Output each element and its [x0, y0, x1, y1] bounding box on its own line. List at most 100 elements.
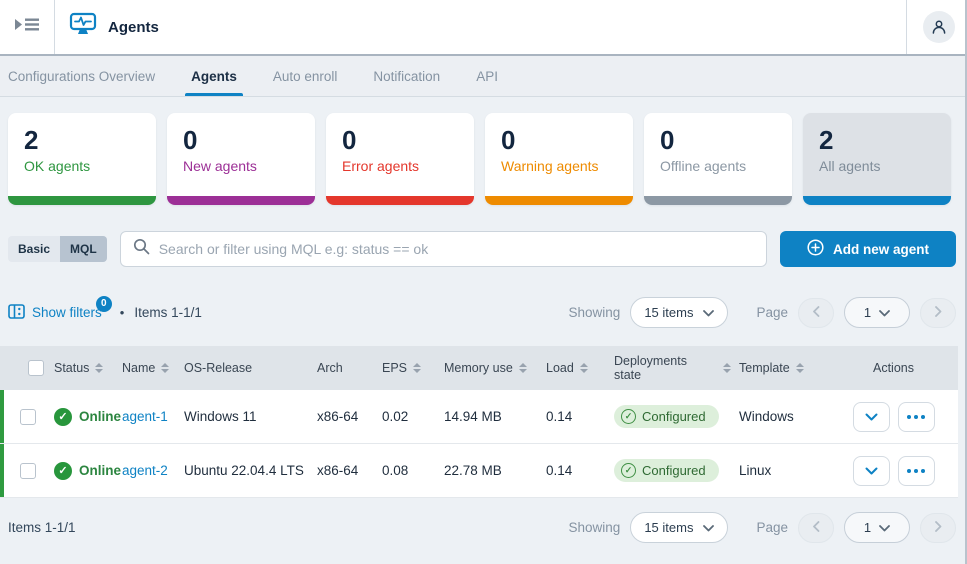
load-value: 0.14	[538, 409, 606, 424]
load-value: 0.14	[538, 463, 606, 478]
column-header-name[interactable]: Name	[114, 361, 176, 375]
column-header-eps[interactable]: EPS	[374, 361, 436, 375]
next-page-button-top[interactable]	[920, 298, 956, 328]
tab-configurations-overview[interactable]: Configurations Overview	[8, 56, 155, 96]
all-agents-count: 2	[803, 113, 951, 155]
bullet-separator: •	[120, 305, 125, 320]
search-row: Basic MQL Add new agent	[0, 205, 965, 267]
agent-name-link[interactable]: agent-1	[122, 409, 168, 424]
chevron-down-icon	[703, 520, 714, 535]
expand-row-button[interactable]	[853, 456, 890, 486]
chevron-left-icon	[813, 304, 820, 322]
page-size-select-bottom[interactable]: 15 items	[630, 512, 728, 543]
new-agents-bar	[167, 196, 315, 205]
all-agents-bar	[803, 196, 951, 205]
page-number-value-bottom: 1	[864, 520, 871, 535]
table-header-row: Status Name OS-Release Arch EPS Memory u…	[0, 346, 958, 390]
user-avatar[interactable]	[923, 11, 955, 43]
row-actions-menu-button[interactable]	[898, 402, 935, 432]
items-range-label-bottom: Items 1-1/1	[8, 520, 76, 535]
sidebar-expand-icon	[15, 16, 39, 38]
page-number-value-top: 1	[864, 305, 871, 320]
chevron-down-icon	[865, 409, 878, 424]
column-header-load[interactable]: Load	[538, 361, 606, 375]
sidebar-toggle-button[interactable]	[0, 0, 55, 54]
page-number-select-bottom[interactable]: 1	[844, 512, 910, 543]
offline-agents-label: Offline agents	[644, 155, 792, 174]
column-header-deployments-state[interactable]: Deployments state	[606, 354, 731, 382]
tab-auto-enroll[interactable]: Auto enroll	[273, 56, 338, 96]
arch-value: x86-64	[309, 463, 374, 478]
chevron-down-icon	[879, 520, 890, 535]
tab-api[interactable]: API	[476, 56, 498, 96]
add-new-agent-button[interactable]: Add new agent	[780, 231, 956, 267]
mode-basic-button[interactable]: Basic	[8, 236, 60, 262]
column-header-status[interactable]: Status	[46, 361, 114, 375]
search-mode-toggle: Basic MQL	[8, 236, 107, 262]
card-all-agents[interactable]: 2 All agents	[803, 113, 951, 205]
chevron-left-icon	[813, 519, 820, 537]
tab-notification[interactable]: Notification	[373, 56, 440, 96]
page-size-value-bottom: 15 items	[644, 520, 693, 535]
showing-label-bottom: Showing	[569, 520, 621, 535]
row-actions-menu-button[interactable]	[898, 456, 935, 486]
prev-page-button-top[interactable]	[798, 298, 834, 328]
next-page-button-bottom[interactable]	[920, 513, 956, 543]
online-status-icon: ✓	[54, 408, 72, 426]
ellipsis-icon	[907, 469, 925, 473]
table-row-agent-2: ✓ Online agent-2 Ubuntu 22.04.4 LTS x86-…	[0, 444, 958, 498]
search-input[interactable]	[159, 241, 754, 257]
toolbar-left: Show filters 0 • Items 1-1/1	[8, 304, 202, 322]
deployment-state-text: Configured	[642, 463, 706, 478]
card-error-agents[interactable]: 0 Error agents	[326, 113, 474, 205]
app-identity: Agents	[55, 12, 906, 42]
table-toolbar: Show filters 0 • Items 1-1/1 Showing 15 …	[0, 267, 965, 328]
configured-check-icon: ✓	[621, 409, 636, 424]
new-agents-label: New agents	[167, 155, 315, 174]
filters-icon	[8, 304, 25, 322]
template-value: Linux	[731, 463, 829, 478]
row-checkbox[interactable]	[20, 409, 36, 425]
configured-check-icon: ✓	[621, 463, 636, 478]
add-new-agent-label: Add new agent	[833, 242, 929, 257]
deployment-state-text: Configured	[642, 409, 706, 424]
warning-agents-label: Warning agents	[485, 155, 633, 174]
select-all-checkbox[interactable]	[28, 360, 44, 376]
row-checkbox[interactable]	[20, 463, 36, 479]
sort-icon	[796, 363, 804, 373]
ok-agents-bar	[8, 196, 156, 205]
expand-row-button[interactable]	[853, 402, 890, 432]
agents-monitor-icon	[69, 12, 97, 42]
sort-icon	[519, 363, 527, 373]
mode-mql-button[interactable]: MQL	[60, 236, 107, 262]
toolbar-pagination: Showing 15 items Page 1	[569, 297, 956, 328]
error-agents-bar	[326, 196, 474, 205]
agent-name-link[interactable]: agent-2	[122, 463, 168, 478]
all-agents-label: All agents	[803, 155, 951, 174]
search-icon	[133, 238, 150, 260]
card-warning-agents[interactable]: 0 Warning agents	[485, 113, 633, 205]
showing-label-top: Showing	[569, 305, 621, 320]
card-ok-agents[interactable]: 2 OK agents	[8, 113, 156, 205]
prev-page-button-bottom[interactable]	[798, 513, 834, 543]
os-release-value: Ubuntu 22.04.4 LTS	[176, 463, 309, 478]
show-filters-button[interactable]: Show filters 0	[8, 304, 110, 322]
tab-agents[interactable]: Agents	[191, 56, 237, 96]
chevron-down-icon	[879, 305, 890, 320]
agents-table: Status Name OS-Release Arch EPS Memory u…	[0, 346, 958, 498]
chevron-right-icon	[935, 304, 942, 322]
eps-value: 0.02	[374, 409, 436, 424]
page-label-bottom: Page	[756, 520, 788, 535]
top-header: Agents	[0, 0, 965, 56]
ok-agents-count: 2	[8, 113, 156, 155]
chevron-down-icon	[865, 463, 878, 478]
card-new-agents[interactable]: 0 New agents	[167, 113, 315, 205]
column-header-memory-use[interactable]: Memory use	[436, 361, 538, 375]
column-header-template[interactable]: Template	[731, 361, 829, 375]
memory-use-value: 14.94 MB	[436, 409, 538, 424]
page-size-value-top: 15 items	[644, 305, 693, 320]
page-size-select-top[interactable]: 15 items	[630, 297, 728, 328]
card-offline-agents[interactable]: 0 Offline agents	[644, 113, 792, 205]
page-number-select-top[interactable]: 1	[844, 297, 910, 328]
warning-agents-bar	[485, 196, 633, 205]
